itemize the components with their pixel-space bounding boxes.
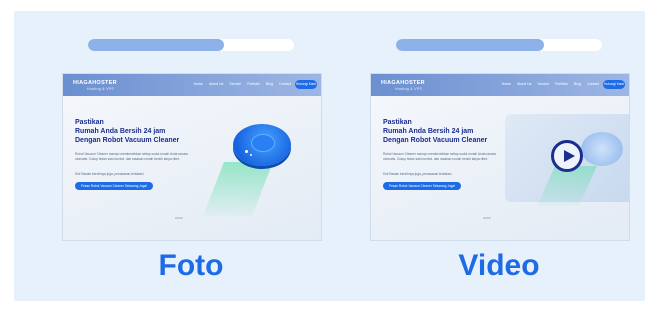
nav-link[interactable]: Home: [194, 82, 203, 86]
nav-links: Home About Us Service Portfolio Blog Con…: [194, 82, 291, 86]
robot-light: [245, 150, 248, 153]
progress-bar: [88, 39, 294, 51]
progress-bar: [396, 39, 602, 51]
logo-subtext: Hosting & VPS: [395, 87, 423, 91]
nav-link[interactable]: Service: [537, 82, 549, 86]
hero-headline: Pastikan Rumah Anda Bersih 24 jam Dengan…: [383, 118, 487, 146]
robot-vacuum-icon: [233, 124, 291, 166]
nav-link[interactable]: Contact: [587, 82, 599, 86]
website-preview-video[interactable]: HIAGAHOSTER Hosting & VPS Home About Us …: [370, 73, 630, 241]
logo: HIAGAHOSTER Hosting & VPS: [381, 80, 425, 91]
preview-navbar: HIAGAHOSTER Hosting & VPS Home About Us …: [63, 74, 321, 96]
headline-line: Rumah Anda Bersih 24 jam: [383, 128, 474, 136]
logo-text: HIAGAHOSTER: [381, 80, 425, 86]
comparison-panel: HIAGAHOSTER Hosting & VPS Home About Us …: [14, 11, 645, 301]
nav-link[interactable]: Blog: [266, 82, 273, 86]
hero-paragraph: Robot Vacuum Cleaner mampu membersihkan …: [75, 152, 188, 161]
preview-navbar: HIAGAHOSTER Hosting & VPS Home About Us …: [371, 74, 629, 96]
nav-link[interactable]: Home: [502, 82, 511, 86]
logo: HIAGAHOSTER Hosting & VPS: [73, 80, 117, 91]
hero-headline: Pastikan Rumah Anda Bersih 24 jam Dengan…: [75, 118, 179, 146]
logo-subtext: Hosting & VPS: [87, 87, 115, 91]
hero-note: Kini Rasain bersihnya juga, penawaran te…: [75, 172, 144, 176]
progress-fill: [396, 39, 545, 51]
play-icon[interactable]: [551, 140, 583, 172]
nav-link[interactable]: Portfolio: [555, 82, 568, 86]
robot-vacuum-icon: [581, 132, 623, 166]
progress-fill: [88, 39, 224, 51]
preview-hero: Pastikan Rumah Anda Bersih 24 jam Dengan…: [371, 96, 629, 240]
light-beam: [203, 162, 273, 216]
hero-cta-button[interactable]: Pesan Robot Vacuum Cleaner Sekarang Juga…: [75, 182, 154, 190]
nav-link[interactable]: Portfolio: [247, 82, 260, 86]
headline-line: Rumah Anda Bersih 24 jam: [75, 128, 166, 136]
photo-label: Foto: [158, 249, 224, 282]
video-label: Video: [458, 249, 540, 282]
headline-line: Dengan Robot Vacuum Cleaner: [383, 137, 488, 145]
website-preview-photo[interactable]: HIAGAHOSTER Hosting & VPS Home About Us …: [62, 73, 322, 241]
nav-cta-button[interactable]: Hubungi Kami: [295, 80, 317, 89]
headline-line: Pastikan: [383, 119, 412, 126]
page-indicator: 01/03: [175, 216, 183, 220]
hero-cta-button[interactable]: Pesan Robot Vacuum Cleaner Sekarang Juga…: [383, 182, 462, 190]
headline-line: Pastikan: [75, 119, 104, 126]
hero-paragraph: Robot Vacuum Cleaner mampu membersihkan …: [383, 152, 496, 161]
nav-links: Home About Us Service Portfolio Blog Con…: [502, 82, 599, 86]
robot-top: [251, 134, 275, 152]
nav-link[interactable]: Service: [229, 82, 241, 86]
nav-link[interactable]: About Us: [517, 82, 531, 86]
robot-light: [250, 154, 252, 156]
logo-text: HIAGAHOSTER: [73, 80, 117, 86]
nav-link[interactable]: Contact: [279, 82, 291, 86]
headline-line: Dengan Robot Vacuum Cleaner: [75, 137, 180, 145]
page-indicator: 01/03: [483, 216, 491, 220]
nav-link[interactable]: Blog: [574, 82, 581, 86]
hero-note: Kini Rasain bersihnya juga, penawaran te…: [383, 172, 452, 176]
nav-cta-button[interactable]: Hubungi Kami: [603, 80, 625, 89]
nav-link[interactable]: About Us: [209, 82, 223, 86]
preview-hero: Pastikan Rumah Anda Bersih 24 jam Dengan…: [63, 96, 321, 240]
